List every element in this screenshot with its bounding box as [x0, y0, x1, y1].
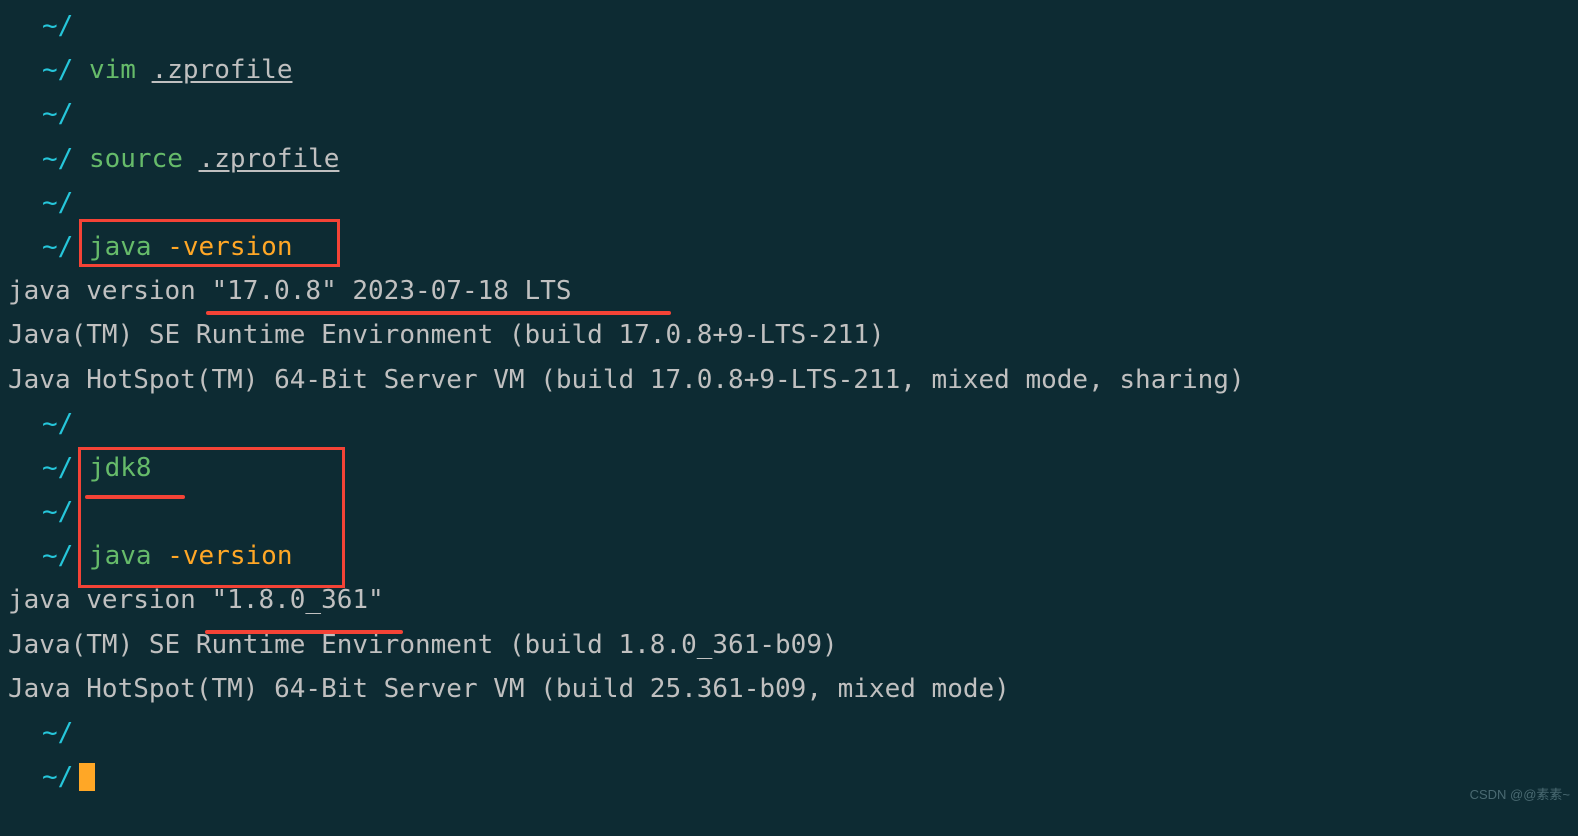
command-line-java-version-1[interactable]: ~/ java -version: [8, 225, 1570, 269]
command-line-source[interactable]: ~/ source .zprofile: [8, 137, 1570, 181]
command-line-jdk8[interactable]: ~/ jdk8: [8, 446, 1570, 490]
output-java17-version: java version "17.0.8" 2023-07-18 LTS: [8, 269, 1570, 313]
prompt-line-6[interactable]: ~/: [8, 711, 1570, 755]
prompt-path: ~/: [42, 137, 73, 181]
prompt-path: ~/: [42, 534, 73, 578]
prompt-line-3[interactable]: ~/: [8, 181, 1570, 225]
watermark-text: CSDN @@素素~: [1470, 784, 1570, 806]
command-line-java-version-2[interactable]: ~/ java -version: [8, 534, 1570, 578]
prompt-line-5[interactable]: ~/: [8, 490, 1570, 534]
prompt-path: ~/: [42, 446, 73, 490]
output-java8-version: java version "1.8.0_361": [8, 578, 1570, 622]
command-flag: -version: [152, 534, 293, 578]
terminal-content: ~/ ~/ vim .zprofile ~/ ~/ source .zprofi…: [8, 4, 1570, 799]
prompt-path: ~/: [42, 181, 73, 225]
command-flag: -version: [152, 225, 293, 269]
command-java: java: [73, 225, 151, 269]
command-java: java: [73, 534, 151, 578]
command-source: source: [73, 137, 183, 181]
command-arg: .zprofile: [183, 137, 340, 181]
prompt-line-2[interactable]: ~/: [8, 92, 1570, 136]
annotation-underline-3: [205, 630, 403, 634]
command-arg: .zprofile: [136, 48, 293, 92]
prompt-line-1[interactable]: ~/: [8, 4, 1570, 48]
command-line-vim[interactable]: ~/ vim .zprofile: [8, 48, 1570, 92]
output-java17-hotspot: Java HotSpot(TM) 64-Bit Server VM (build…: [8, 358, 1570, 402]
annotation-underline-2: [85, 495, 185, 499]
prompt-line-4[interactable]: ~/: [8, 402, 1570, 446]
output-java8-hotspot: Java HotSpot(TM) 64-Bit Server VM (build…: [8, 667, 1570, 711]
command-vim: vim: [73, 48, 136, 92]
prompt-path: ~/: [42, 48, 73, 92]
output-java17-runtime: Java(TM) SE Runtime Environment (build 1…: [8, 313, 1570, 357]
prompt-path: ~/: [42, 755, 73, 799]
prompt-path: ~/: [42, 92, 73, 136]
prompt-path: ~/: [42, 225, 73, 269]
prompt-path: ~/: [42, 402, 73, 446]
prompt-line-cursor[interactable]: ~/: [8, 755, 1570, 799]
prompt-path: ~/: [42, 490, 73, 534]
annotation-underline-1: [206, 311, 671, 315]
prompt-path: ~/: [42, 4, 73, 48]
command-jdk8: jdk8: [73, 446, 151, 490]
cursor-block: [79, 763, 95, 791]
prompt-path: ~/: [42, 711, 73, 755]
